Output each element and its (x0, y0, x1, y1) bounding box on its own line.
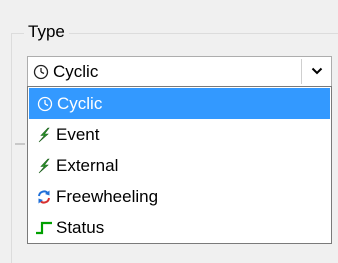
clock-icon (37, 96, 53, 112)
hidden-divider (15, 143, 25, 145)
dropdown-item-label: Freewheeling (56, 186, 159, 206)
dropdown-item-event[interactable]: Event (28, 119, 331, 150)
dropdown-item-label: Event (56, 124, 100, 144)
dropdown-item-external[interactable]: External (28, 150, 331, 181)
combo-selected-value: Cyclic (33, 57, 98, 86)
dropdown-item-label: Status (56, 217, 105, 237)
step-signal-icon (36, 220, 52, 236)
dropdown-item-label: External (56, 155, 119, 175)
dropdown-item-status[interactable]: Status (28, 212, 331, 243)
sync-arrows-icon (36, 189, 52, 205)
dropdown-item-cyclic[interactable]: Cyclic (29, 88, 330, 119)
type-combobox[interactable]: Cyclic (27, 56, 332, 87)
lightning-icon (36, 127, 52, 143)
combo-selected-label: Cyclic (53, 61, 99, 81)
lightning-icon (36, 158, 52, 174)
dropdown-item-label: Cyclic (57, 93, 103, 113)
type-dropdown-list: Cyclic Event External Freewheeling Statu… (27, 86, 332, 244)
chevron-down-icon (311, 63, 323, 81)
dropdown-button[interactable] (302, 57, 331, 86)
group-title: Type (24, 22, 69, 42)
dropdown-item-freewheeling[interactable]: Freewheeling (28, 181, 331, 212)
clock-icon (33, 64, 49, 80)
